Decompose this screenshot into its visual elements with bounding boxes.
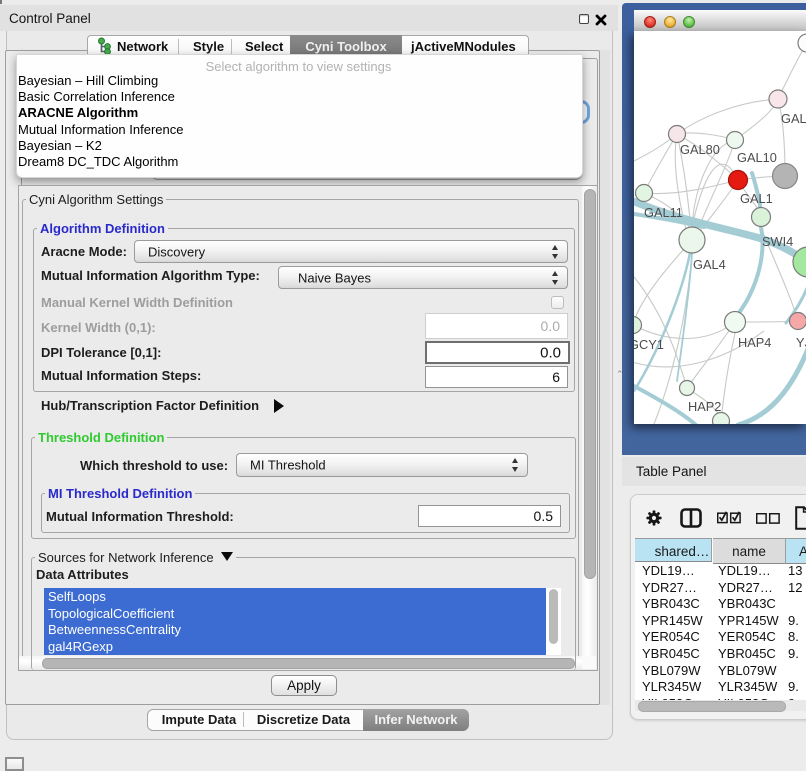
svg-text:GAL10: GAL10 xyxy=(737,150,777,165)
svg-text:HAP2: HAP2 xyxy=(688,399,721,414)
svg-text:GAL7: GAL7 xyxy=(781,111,806,126)
svg-text:GAL4: GAL4 xyxy=(693,257,726,272)
svg-text:GCY1: GCY1 xyxy=(634,337,664,352)
svg-text:HAP4: HAP4 xyxy=(738,335,771,350)
svg-text:YJ: YJ xyxy=(796,335,806,350)
svg-text:SWI4: SWI4 xyxy=(762,234,793,249)
svg-text:GAL11: GAL11 xyxy=(644,205,683,220)
svg-text:GAL80: GAL80 xyxy=(680,142,720,157)
svg-text:GAL1: GAL1 xyxy=(740,191,773,206)
